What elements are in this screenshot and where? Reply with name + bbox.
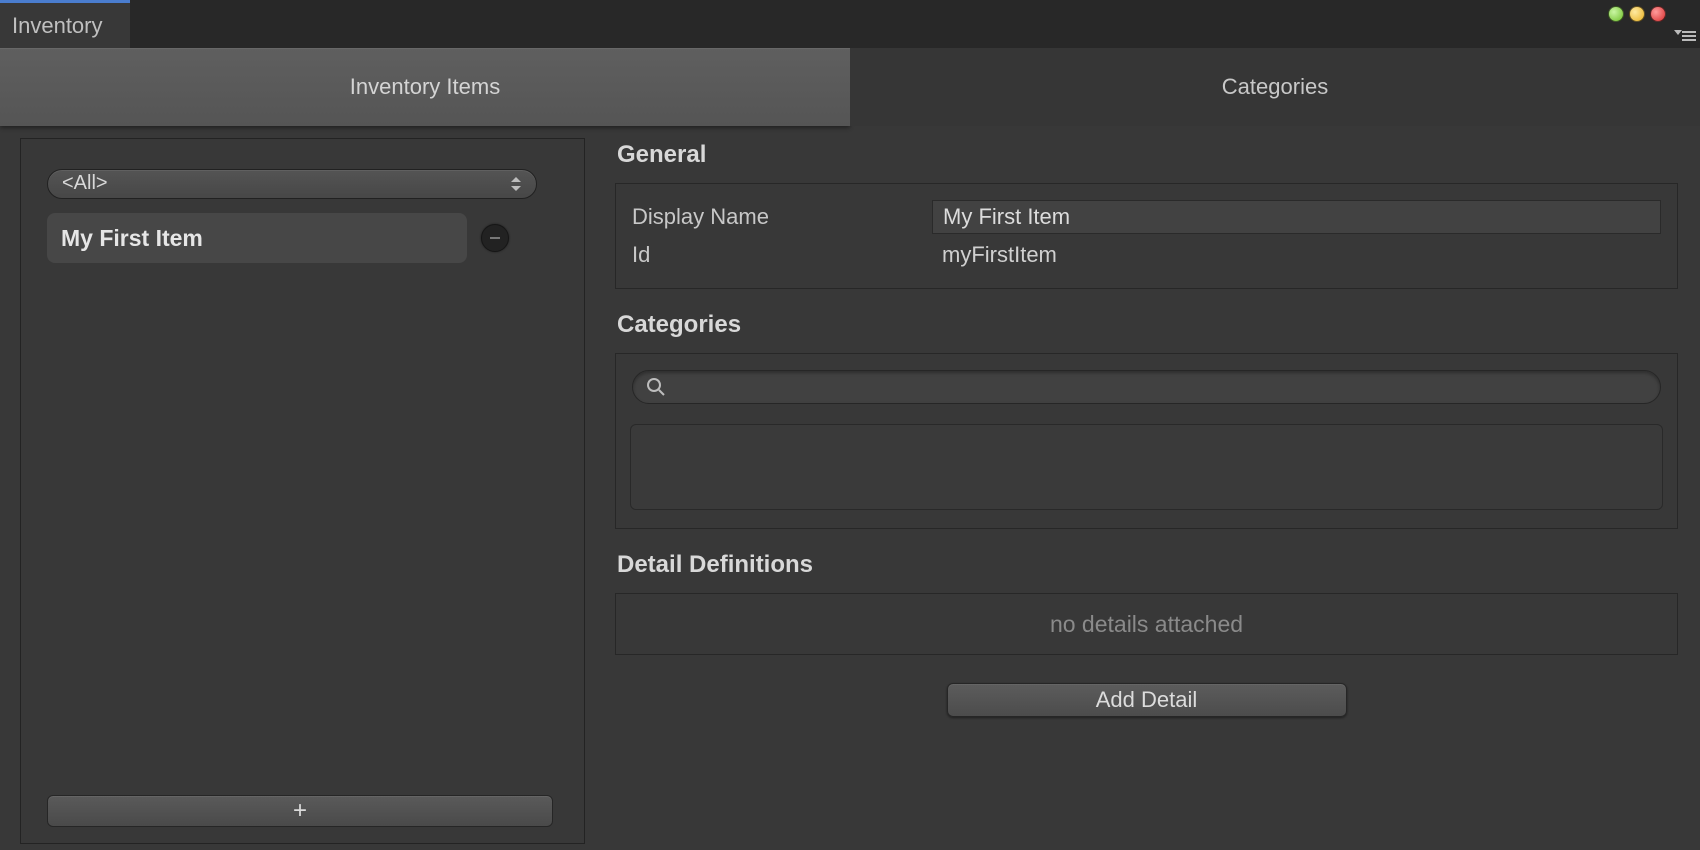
tab-label: Inventory Items (350, 74, 500, 100)
context-menu-icon[interactable] (1672, 28, 1696, 44)
plus-icon: + (293, 797, 307, 825)
window-traffic-lights (1608, 6, 1666, 22)
section-title-general: General (617, 141, 1678, 169)
document-tab-inventory[interactable]: Inventory (0, 0, 130, 48)
item-label: My First Item (61, 225, 203, 252)
add-detail-label: Add Detail (1096, 687, 1198, 712)
field-id: Id myFirstItem (632, 236, 1661, 274)
tab-categories[interactable]: Categories (850, 48, 1700, 126)
assigned-categories-area[interactable] (630, 424, 1663, 510)
field-display-name: Display Name (632, 198, 1661, 236)
document-tab-label: Inventory (12, 13, 103, 39)
section-title-categories: Categories (617, 311, 1678, 339)
maximize-icon[interactable] (1629, 6, 1645, 22)
category-search-input[interactable] (632, 370, 1661, 404)
remove-item-button[interactable] (481, 224, 509, 252)
add-item-button[interactable]: + (47, 795, 553, 827)
search-icon (646, 377, 666, 397)
window-chrome: Inventory (0, 0, 1700, 48)
filter-selected-label: <All> (62, 172, 108, 194)
general-box: Display Name Id myFirstItem (615, 183, 1678, 289)
close-icon[interactable] (1650, 6, 1666, 22)
dropdown-chevron-icon (508, 174, 524, 194)
id-label: Id (632, 242, 932, 268)
item-row: My First Item (47, 213, 566, 263)
item-list-panel: <All> My First Item + (20, 138, 585, 844)
item-list-entry[interactable]: My First Item (47, 213, 467, 263)
detail-panel: General Display Name Id myFirstItem Cate… (585, 138, 1700, 850)
major-tab-bar: Inventory Items Categories (0, 48, 1700, 126)
category-filter-dropdown[interactable]: <All> (47, 169, 537, 199)
id-value: myFirstItem (932, 242, 1057, 268)
categories-box (615, 353, 1678, 529)
add-detail-button[interactable]: Add Detail (947, 683, 1347, 717)
no-details-label: no details attached (1050, 611, 1243, 638)
display-name-label: Display Name (632, 204, 932, 230)
display-name-input[interactable] (932, 200, 1661, 234)
minimize-icon[interactable] (1608, 6, 1624, 22)
content-area: <All> My First Item + General Display Na… (0, 126, 1700, 850)
details-box: no details attached (615, 593, 1678, 655)
tab-label: Categories (1222, 74, 1328, 100)
section-title-detail-definitions: Detail Definitions (617, 551, 1678, 579)
tab-inventory-items[interactable]: Inventory Items (0, 48, 850, 126)
category-search-wrap (632, 370, 1661, 404)
